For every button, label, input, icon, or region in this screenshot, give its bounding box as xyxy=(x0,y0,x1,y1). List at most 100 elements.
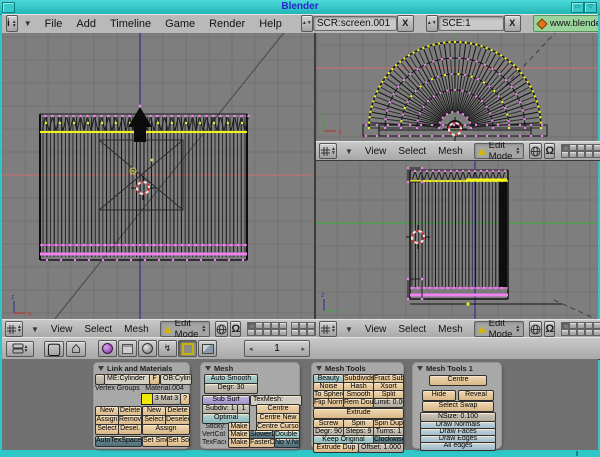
shading-context-button[interactable] xyxy=(138,340,157,357)
menu-select[interactable]: Select xyxy=(398,324,426,335)
vgroup-select-button[interactable]: Select xyxy=(95,424,119,435)
menu-add[interactable]: Add xyxy=(76,18,96,30)
degr-field[interactable]: Degr: 30 xyxy=(204,383,258,394)
screen-delete-button[interactable]: X xyxy=(397,15,414,32)
layer-buttons[interactable] xyxy=(561,322,600,336)
autotexspace-toggle[interactable]: AutoTexSpace xyxy=(95,436,142,447)
flip-normals-button[interactable]: Flip Normals xyxy=(313,398,344,408)
mesh-name-field[interactable]: ME:Cylinder xyxy=(104,374,152,385)
titlebar[interactable]: Blender ▭ ▽ xyxy=(0,0,600,15)
scene-browse-button[interactable]: ▲▼ xyxy=(426,15,438,32)
frame-right-icon[interactable]: ▸ xyxy=(301,345,305,353)
screen-name-field[interactable]: SCR:screen.001 xyxy=(313,16,397,31)
screen-browse-button[interactable]: ▲▼ xyxy=(301,15,313,32)
menu-collapse-icon[interactable]: ▼ xyxy=(24,19,32,28)
panel-header[interactable]: Mesh Tools xyxy=(316,364,366,373)
limit-field[interactable]: Limit: 0.001 xyxy=(373,398,404,408)
all-edges-toggle[interactable]: All edges xyxy=(420,442,496,451)
draw-type-button[interactable] xyxy=(215,321,228,337)
viewport-top[interactable]: yx xyxy=(316,33,598,141)
pivot-button[interactable]: Ω xyxy=(544,321,555,337)
editor-type-button[interactable]: ▲▼ xyxy=(6,341,34,357)
frame-left-icon[interactable]: ◂ xyxy=(249,345,253,353)
svg-text:z: z xyxy=(321,292,325,299)
panel-header[interactable]: Mesh xyxy=(205,364,233,373)
viewport-side[interactable]: zy xyxy=(316,159,598,319)
viewport-top-canvas[interactable]: yx xyxy=(316,33,598,141)
set-smooth-button[interactable]: Set Smooth xyxy=(142,436,168,447)
menu-mesh[interactable]: Mesh xyxy=(438,324,462,335)
scene-selector: ▲▼ SCE:1 X xyxy=(426,16,521,31)
no-vnormal-toggle[interactable]: No V.Normal Flip xyxy=(274,438,300,448)
reveal-button[interactable]: Reveal xyxy=(458,390,494,401)
vgroup-deselect-button[interactable]: Desel. xyxy=(118,424,142,435)
menu-help[interactable]: Help xyxy=(259,18,282,30)
fake-user-button[interactable]: F xyxy=(149,374,160,385)
panel-mesh-tools: Mesh Tools Beauty Subdivide Fract Subd N… xyxy=(311,362,404,449)
scene-name-field[interactable]: SCE:1 xyxy=(438,16,504,31)
maximize-button[interactable]: ▭ xyxy=(571,2,584,13)
menu-view[interactable]: View xyxy=(51,324,73,335)
mode-dropdown[interactable]: Edit Mode ▲▼ xyxy=(474,321,525,337)
centre-button[interactable]: Centre xyxy=(429,375,487,386)
offset-field[interactable]: Offset: 1.000 xyxy=(358,443,404,453)
window-type-button[interactable]: i ▲▼ xyxy=(6,15,18,32)
pivot-button[interactable]: Ω xyxy=(544,143,555,159)
material-index-spinner[interactable]: 3 Mat 3 xyxy=(152,393,181,405)
editor-type-button[interactable]: ▲▼ xyxy=(319,321,337,337)
menu-mesh[interactable]: Mesh xyxy=(124,324,148,335)
panel-collapse-icon xyxy=(205,366,211,371)
set-solid-button[interactable]: Set Solid xyxy=(167,436,190,447)
material-help-button[interactable]: ? xyxy=(180,393,190,405)
menu-game[interactable]: Game xyxy=(165,18,195,30)
menu-select[interactable]: Select xyxy=(398,146,426,157)
header-collapse-icon[interactable]: ▼ xyxy=(31,325,39,334)
panel-header[interactable]: Link and Materials xyxy=(98,364,172,373)
texface-make-button[interactable]: Make xyxy=(228,438,250,448)
menu-select[interactable]: Select xyxy=(84,324,112,335)
resize-grip[interactable] xyxy=(576,451,578,456)
header-collapse-icon[interactable]: ▼ xyxy=(345,147,353,156)
layer-buttons[interactable] xyxy=(561,144,600,158)
shade-button[interactable]: ▽ xyxy=(584,2,597,13)
draw-type-button[interactable] xyxy=(529,321,542,337)
extrude-button[interactable]: Extrude xyxy=(313,408,404,419)
viewport-splitter[interactable] xyxy=(314,33,316,337)
editor-type-button[interactable]: ▲▼ xyxy=(5,321,23,337)
menu-view[interactable]: View xyxy=(365,146,387,157)
editor-type-button[interactable]: ▲▼ xyxy=(319,143,337,159)
object-name-field[interactable]: OB:Cylinder xyxy=(160,374,192,385)
logic-context-button[interactable] xyxy=(98,340,117,357)
scene-context-button[interactable] xyxy=(198,340,217,357)
rem-doubles-button[interactable]: Rem Doubles xyxy=(343,398,374,408)
mode-dropdown[interactable]: Edit Mode ▲▼ xyxy=(474,143,525,159)
mode-dropdown[interactable]: Edit Mode ▲▼ xyxy=(160,321,211,337)
scene-delete-button[interactable]: X xyxy=(504,15,521,32)
menu-mesh[interactable]: Mesh xyxy=(438,146,462,157)
menu-file[interactable]: File xyxy=(45,18,63,30)
layer-buttons[interactable] xyxy=(247,322,287,336)
frame-number-field[interactable]: ◂ 1 ▸ xyxy=(244,340,310,357)
header-collapse-icon[interactable]: ▼ xyxy=(345,325,353,334)
panel-view-button[interactable]: ▢ xyxy=(44,341,64,357)
draw-type-button[interactable] xyxy=(529,143,542,159)
home-button[interactable]: ⌂ xyxy=(66,341,86,357)
info-icon: i xyxy=(7,18,10,29)
script-context-button[interactable] xyxy=(118,340,137,357)
viewport-front-canvas[interactable]: zx xyxy=(2,33,314,319)
hide-button[interactable]: Hide xyxy=(422,390,456,401)
object-context-button[interactable]: ↯ xyxy=(158,340,177,357)
menu-render[interactable]: Render xyxy=(209,18,245,30)
viewport-front[interactable]: zx xyxy=(2,33,314,319)
material-assign-button[interactable]: Assign xyxy=(142,424,190,435)
blender-logo-icon xyxy=(536,18,547,29)
editing-context-button[interactable] xyxy=(178,340,197,357)
extrude-dup-button[interactable]: Extrude Dup xyxy=(313,443,359,453)
faster-draw-button[interactable]: FasterDraw xyxy=(249,438,275,448)
select-swap-button[interactable]: Select Swap xyxy=(422,401,494,412)
pivot-button[interactable]: Ω xyxy=(230,321,241,337)
panel-header[interactable]: Mesh Tools 1 xyxy=(417,364,473,373)
viewport-side-canvas[interactable]: zy xyxy=(316,159,598,319)
menu-timeline[interactable]: Timeline xyxy=(110,18,151,30)
menu-view[interactable]: View xyxy=(365,324,387,335)
